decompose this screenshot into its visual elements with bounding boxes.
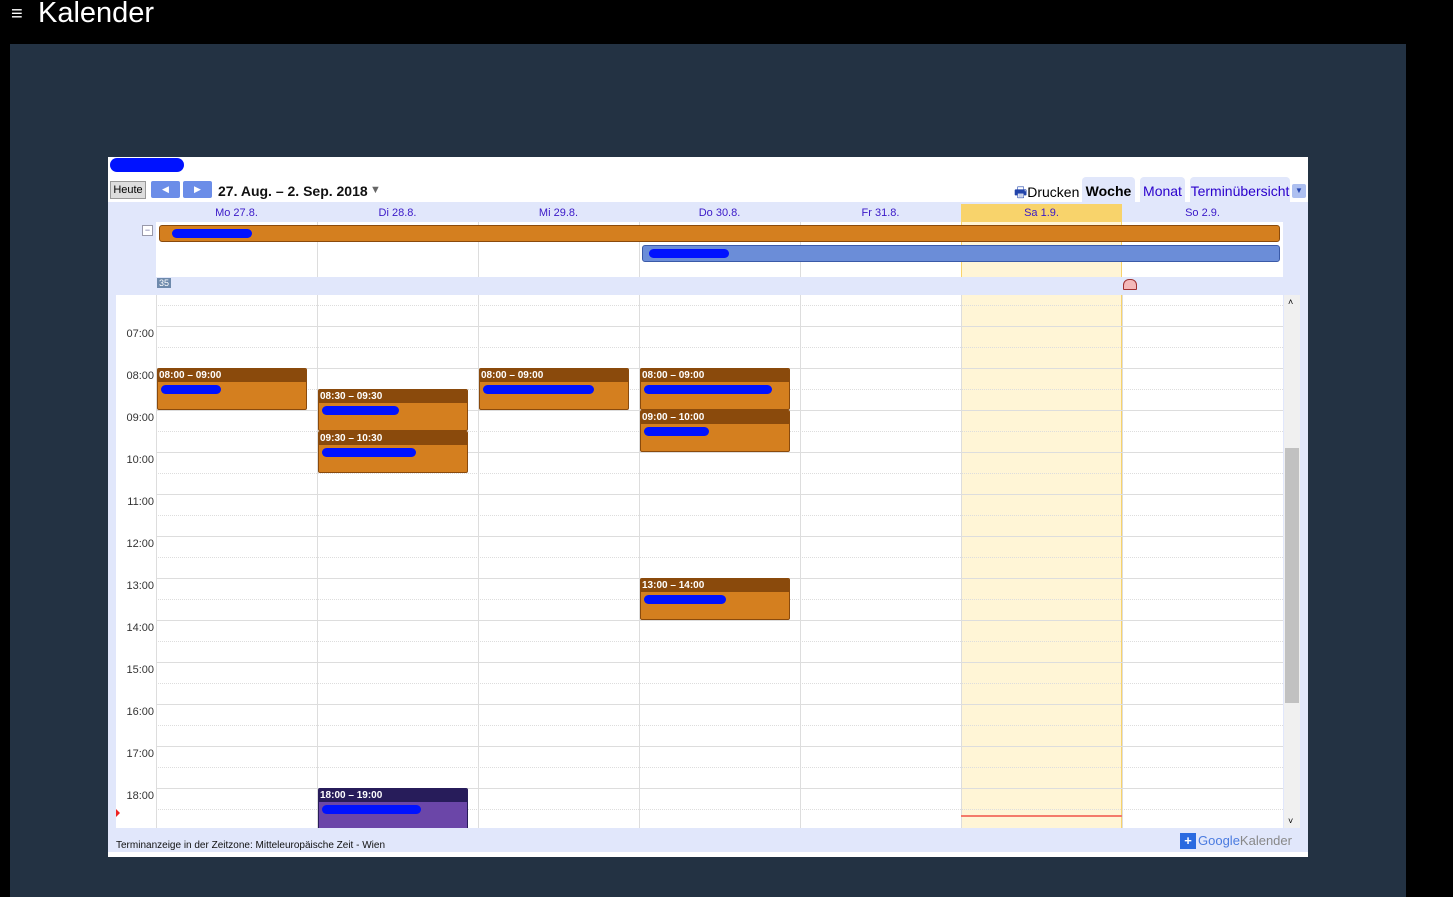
redacted-event-title bbox=[644, 595, 726, 604]
hour-line bbox=[156, 494, 1283, 495]
hour-line bbox=[156, 662, 1283, 663]
half-hour-line bbox=[156, 515, 1283, 516]
half-hour-line bbox=[156, 347, 1283, 348]
scrollbar-thumb[interactable] bbox=[1285, 448, 1299, 703]
tab-week[interactable]: Woche bbox=[1082, 177, 1135, 202]
hour-label: 18:00 bbox=[126, 790, 154, 802]
print-label: Drucken bbox=[1027, 184, 1080, 200]
redacted-event-title bbox=[644, 427, 709, 436]
hour-label: 16:00 bbox=[126, 706, 154, 718]
day-header[interactable]: Do 30.8. bbox=[639, 204, 800, 222]
hamburger-icon[interactable]: ≡ bbox=[11, 3, 23, 26]
hour-line bbox=[156, 326, 1283, 327]
scroll-down-icon[interactable]: ˅ bbox=[1288, 816, 1293, 826]
hour-label: 10:00 bbox=[126, 454, 154, 466]
day-header-today[interactable]: Sa 1.9. bbox=[961, 204, 1122, 222]
next-week-button[interactable]: ▶ bbox=[183, 181, 212, 198]
current-time-marker bbox=[116, 809, 120, 817]
all-day-event[interactable] bbox=[159, 225, 1280, 242]
half-hour-line bbox=[156, 767, 1283, 768]
event-time: 13:00 – 14:00 bbox=[641, 579, 789, 592]
tab-agenda[interactable]: Terminübersicht bbox=[1190, 177, 1290, 202]
printer-icon: 🖶 bbox=[1014, 184, 1028, 200]
day-header[interactable]: Mi 29.8. bbox=[478, 204, 639, 222]
scroll-up-icon[interactable]: ˄ bbox=[1288, 297, 1293, 307]
more-options-icon[interactable]: ▼ bbox=[1292, 184, 1306, 198]
hour-label: 17:00 bbox=[126, 748, 154, 760]
hour-label: 09:00 bbox=[126, 412, 154, 424]
redacted-event-title bbox=[644, 385, 772, 394]
hour-label: 13:00 bbox=[126, 580, 154, 592]
app-title: Kalender bbox=[38, 0, 155, 29]
hour-label: 14:00 bbox=[126, 622, 154, 634]
calendar-label: Kalender bbox=[1239, 833, 1292, 848]
redacted-event-title bbox=[322, 406, 399, 415]
event-time: 09:00 – 10:00 bbox=[641, 411, 789, 424]
redacted-calendar-name bbox=[110, 158, 184, 172]
week-number: 35 bbox=[157, 278, 172, 288]
all-day-event[interactable] bbox=[642, 245, 1280, 262]
scrollbar[interactable]: ˄ ˅ bbox=[1284, 295, 1300, 828]
half-hour-line bbox=[156, 725, 1283, 726]
hour-label: 15:00 bbox=[126, 664, 154, 676]
google-label: Google bbox=[1198, 833, 1240, 848]
prev-week-button[interactable]: ◀ bbox=[151, 181, 180, 198]
timezone-note: Terminanzeige in der Zeitzone: Mitteleur… bbox=[116, 840, 386, 851]
all-day-area bbox=[156, 222, 1283, 277]
half-hour-line bbox=[156, 305, 1283, 306]
day-column-divider bbox=[317, 295, 318, 828]
day-column-divider bbox=[1122, 295, 1123, 828]
redacted-event-title bbox=[483, 385, 594, 394]
google-calendar-embed: Heute ◀ ▶ 27. Aug. – 2. Sep. 2018 ▼ 🖶Dru… bbox=[108, 157, 1308, 857]
hour-label: 08:00 bbox=[126, 370, 154, 382]
top-bar: ≡ Kalender bbox=[0, 0, 1453, 44]
today-button[interactable]: Heute bbox=[110, 181, 146, 199]
day-column-divider bbox=[800, 295, 801, 828]
hour-line bbox=[156, 536, 1283, 537]
event-time: 08:00 – 09:00 bbox=[158, 369, 306, 382]
half-hour-line bbox=[156, 641, 1283, 642]
day-header[interactable]: Fr 31.8. bbox=[800, 204, 961, 222]
day-header[interactable]: So 2.9. bbox=[1122, 204, 1283, 222]
redacted-event-title bbox=[322, 448, 416, 457]
hour-label: 12:00 bbox=[126, 538, 154, 550]
event-time: 08:30 – 09:30 bbox=[319, 390, 467, 403]
birthday-cake-icon bbox=[1123, 279, 1137, 290]
calendar-event[interactable]: 09:00 – 10:00 bbox=[640, 410, 790, 452]
google-calendar-link[interactable]: + GoogleKalender bbox=[1180, 833, 1292, 849]
hour-label: 07:00 bbox=[126, 328, 154, 340]
hour-line bbox=[156, 746, 1283, 747]
event-time: 09:30 – 10:30 bbox=[319, 432, 467, 445]
half-hour-line bbox=[156, 557, 1283, 558]
tab-month[interactable]: Monat bbox=[1140, 177, 1185, 202]
collapse-icon[interactable]: − bbox=[142, 225, 153, 236]
plus-icon: + bbox=[1180, 833, 1196, 849]
calendar-event[interactable]: 08:00 – 09:00 bbox=[479, 368, 629, 410]
date-range: 27. Aug. – 2. Sep. 2018 bbox=[218, 183, 368, 199]
today-column bbox=[961, 295, 1122, 828]
calendar-event[interactable]: 09:30 – 10:30 bbox=[318, 431, 468, 473]
hour-label: 11:00 bbox=[127, 496, 154, 508]
calendar-event[interactable]: 08:00 – 09:00 bbox=[157, 368, 307, 410]
day-column-divider bbox=[961, 295, 962, 828]
redacted-event-title bbox=[322, 805, 421, 814]
day-header[interactable]: Mo 27.8. bbox=[156, 204, 317, 222]
hour-line bbox=[156, 620, 1283, 621]
day-header[interactable]: Di 28.8. bbox=[317, 204, 478, 222]
event-time: 08:00 – 09:00 bbox=[641, 369, 789, 382]
redacted-event-title bbox=[161, 385, 221, 394]
half-hour-line bbox=[156, 473, 1283, 474]
current-time-line bbox=[961, 814, 1122, 817]
chevron-down-icon[interactable]: ▼ bbox=[370, 184, 381, 196]
hour-line bbox=[156, 704, 1283, 705]
half-hour-line bbox=[156, 683, 1283, 684]
calendar-event[interactable]: 13:00 – 14:00 bbox=[640, 578, 790, 620]
event-time: 08:00 – 09:00 bbox=[480, 369, 628, 382]
time-grid[interactable]: 07:00 08:00 09:00 10:00 11:00 12:00 13:00 14:00… bbox=[116, 295, 1283, 828]
event-time: 18:00 – 19:00 bbox=[319, 789, 467, 802]
calendar-event[interactable]: 18:00 – 19:00 bbox=[318, 788, 468, 828]
calendar-event[interactable]: 08:30 – 09:30 bbox=[318, 389, 468, 431]
calendar-event[interactable]: 08:00 – 09:00 bbox=[640, 368, 790, 410]
